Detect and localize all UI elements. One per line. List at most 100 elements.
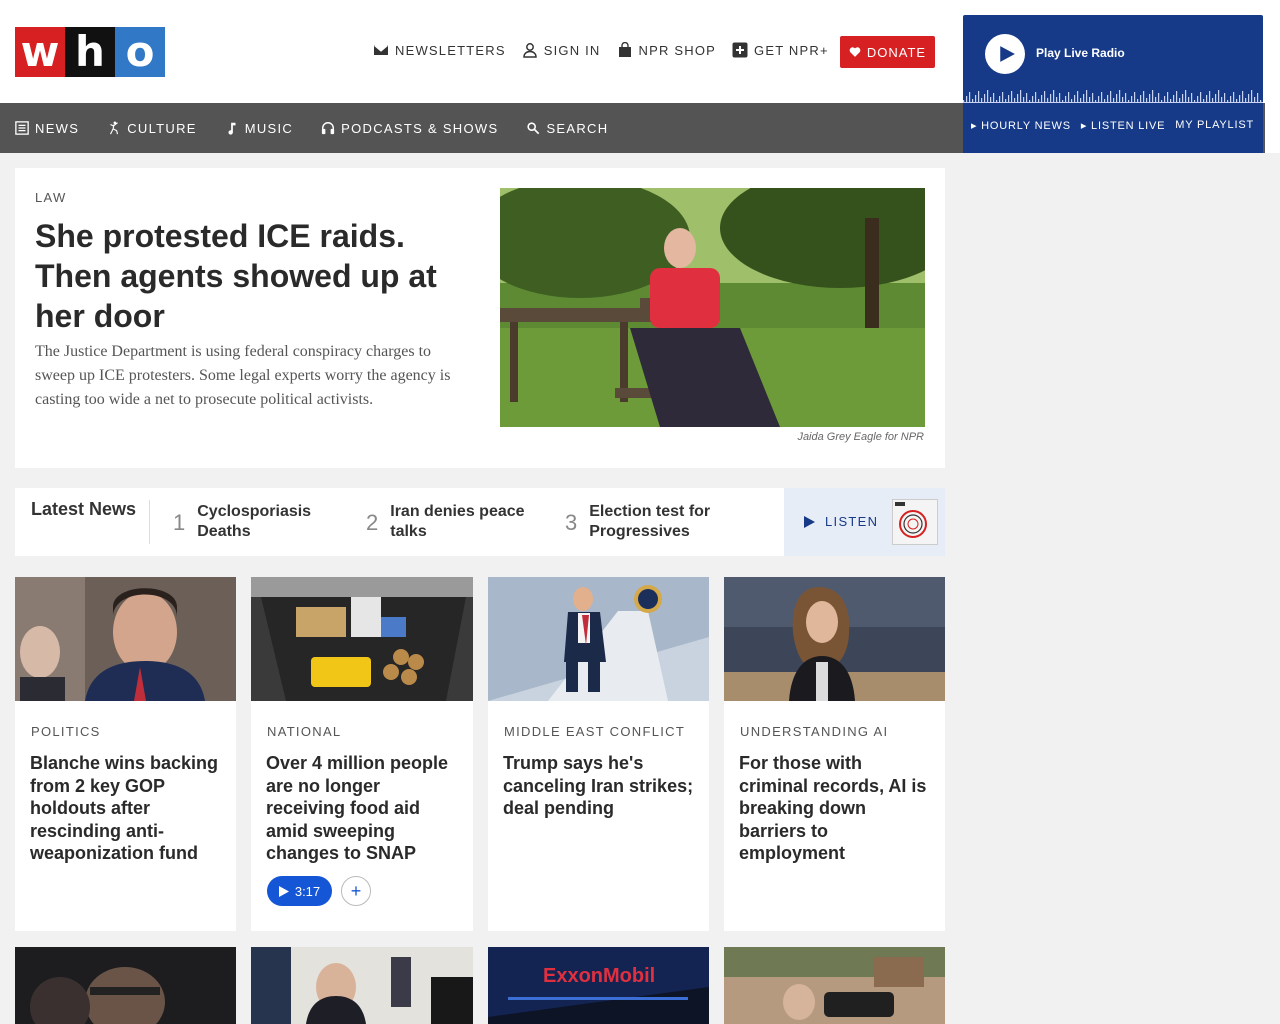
newsletters-label: NEWSLETTERS — [395, 42, 506, 58]
hero-story: LAW She protested ICE raids. Then agents… — [15, 168, 945, 468]
logo-letter-1: w — [15, 27, 65, 77]
story-image[interactable]: ExxonMobil — [488, 947, 709, 1024]
add-to-playlist-button[interactable]: + — [341, 876, 371, 906]
nav-culture-label: CULTURE — [127, 120, 197, 136]
listen-box: LISTEN — [784, 488, 945, 556]
latest-item-1[interactable]: 1 Cyclosporiasis Deaths — [173, 502, 317, 544]
donate-label: DONATE — [866, 44, 927, 60]
shopping-bag-icon — [618, 42, 631, 57]
latest-item-number: 1 — [173, 510, 186, 535]
story-photo — [724, 577, 945, 701]
story-slug[interactable]: MIDDLE EAST CONFLICT — [504, 724, 685, 739]
logo-letter-2: h — [65, 27, 115, 77]
story-image[interactable] — [488, 577, 709, 701]
story-headline[interactable]: For those with criminal records, AI is b… — [739, 752, 934, 865]
latest-item-text: Election test for Progressives — [589, 503, 711, 540]
story-card: POLITICS Blanche wins backing from 2 key… — [15, 577, 236, 931]
podcast-thumbnail[interactable] — [892, 499, 938, 545]
latest-divider — [149, 500, 150, 544]
nav-music-label: MUSIC — [244, 120, 294, 136]
radio-links: ▸ HOURLY NEWS ▸ LISTEN LIVE MY PLAYLIST — [971, 119, 1254, 132]
get-npr-plus-label: GET NPR+ — [754, 42, 829, 58]
story-photo — [251, 577, 473, 701]
sign-in-label: SIGN IN — [543, 42, 601, 58]
story-image[interactable] — [724, 947, 945, 1024]
hero-photo — [500, 188, 925, 427]
plus-square-icon — [732, 42, 748, 58]
npr-shop-link[interactable]: NPR SHOP — [617, 42, 717, 58]
play-icon — [999, 46, 1015, 62]
latest-news-strip: Latest News 1 Cyclosporiasis Deaths 2 Ir… — [15, 488, 945, 556]
audio-play-button[interactable]: 3:17 — [267, 876, 332, 906]
logo-letter-3: o — [115, 27, 165, 77]
sign-in-link[interactable]: SIGN IN — [522, 42, 601, 58]
latest-item-number: 2 — [366, 510, 379, 535]
live-radio-panel: Play Live Radio ▸ HOURLY NEWS ▸ LISTEN L… — [963, 15, 1263, 153]
nav-news[interactable]: NEWS — [15, 121, 79, 136]
play-live-radio-button[interactable] — [985, 34, 1025, 74]
listen-label: LISTEN — [825, 514, 879, 529]
story-photo — [15, 577, 236, 701]
nav-music[interactable]: MUSIC — [225, 121, 293, 136]
story-card: NATIONAL Over 4 million people are no lo… — [251, 577, 473, 931]
story-headline[interactable]: Trump says he's canceling Iran strikes; … — [503, 752, 698, 820]
story-image[interactable] — [724, 577, 945, 701]
audio-waveform — [963, 90, 1263, 103]
mail-icon — [374, 45, 388, 55]
story-photo — [488, 577, 709, 701]
story-slug[interactable]: UNDERSTANDING AI — [740, 724, 888, 739]
story-slug[interactable]: POLITICS — [31, 724, 101, 739]
story-image[interactable] — [15, 577, 236, 701]
latest-item-text: Iran denies peace talks — [390, 503, 525, 540]
my-playlist-link[interactable]: MY PLAYLIST — [1175, 119, 1254, 132]
listen-live-link[interactable]: ▸ LISTEN LIVE — [1081, 119, 1165, 132]
listen-button[interactable]: LISTEN — [804, 514, 878, 529]
newspaper-icon — [15, 121, 29, 135]
latest-item-2[interactable]: 2 Iran denies peace talks — [366, 502, 530, 544]
hero-image[interactable] — [500, 188, 925, 427]
utility-nav: NEWSLETTERS SIGN IN NPR SHOP GET NPR+ — [373, 42, 829, 58]
story-card: UNDERSTANDING AI For those with criminal… — [724, 577, 945, 931]
site-logo[interactable]: w h o — [15, 27, 165, 77]
nav-podcasts-label: PODCASTS & SHOWS — [341, 120, 499, 136]
headphones-icon — [322, 122, 335, 135]
story-image[interactable] — [251, 947, 473, 1024]
npr-shop-label: NPR SHOP — [638, 42, 717, 58]
nav-search-label: SEARCH — [546, 120, 609, 136]
latest-item-3[interactable]: 3 Election test for Progressives — [565, 502, 729, 544]
get-npr-plus-link[interactable]: GET NPR+ — [732, 42, 829, 58]
exxon-sign-text: ExxonMobil — [543, 965, 655, 987]
story-photo — [15, 947, 236, 1024]
story-photo — [251, 947, 473, 1024]
hero-photo-credit: Jaida Grey Eagle for NPR — [797, 431, 924, 443]
story-image[interactable] — [15, 947, 236, 1024]
story-card: MIDDLE EAST CONFLICT Trump says he's can… — [488, 577, 709, 931]
nav-culture[interactable]: CULTURE — [107, 121, 197, 136]
hero-slug[interactable]: LAW — [35, 190, 67, 205]
story-photo: ExxonMobil — [488, 947, 709, 1024]
story-headline[interactable]: Over 4 million people are no longer rece… — [266, 752, 461, 865]
main-nav: NEWS CULTURE MUSIC PODCASTS & SHOWS SEAR… — [0, 103, 963, 153]
latest-item-text: Cyclosporiasis Deaths — [197, 503, 312, 540]
story-photo — [724, 947, 945, 1024]
nav-podcasts-shows[interactable]: PODCASTS & SHOWS — [321, 121, 498, 136]
play-icon — [278, 885, 289, 897]
story-image[interactable] — [251, 577, 473, 701]
music-note-icon — [228, 122, 236, 135]
newsletters-link[interactable]: NEWSLETTERS — [373, 42, 506, 58]
story-headline[interactable]: Blanche wins backing from 2 key GOP hold… — [30, 752, 225, 865]
play-icon — [804, 515, 815, 528]
heart-icon — [849, 47, 861, 57]
search-icon — [527, 122, 540, 135]
audio-duration: 3:17 — [294, 883, 321, 899]
story-slug[interactable]: NATIONAL — [267, 724, 341, 739]
hourly-news-link[interactable]: ▸ HOURLY NEWS — [971, 119, 1071, 132]
dancer-icon — [110, 121, 119, 135]
hero-teaser: The Justice Department is using federal … — [35, 343, 451, 408]
nav-news-label: NEWS — [35, 120, 80, 136]
hero-headline[interactable]: She protested ICE raids. Then agents sho… — [35, 216, 465, 336]
play-live-radio-label: Play Live Radio — [1036, 46, 1125, 60]
donate-button[interactable]: DONATE — [840, 36, 935, 68]
latest-item-number: 3 — [565, 510, 578, 535]
nav-search[interactable]: SEARCH — [526, 121, 608, 136]
